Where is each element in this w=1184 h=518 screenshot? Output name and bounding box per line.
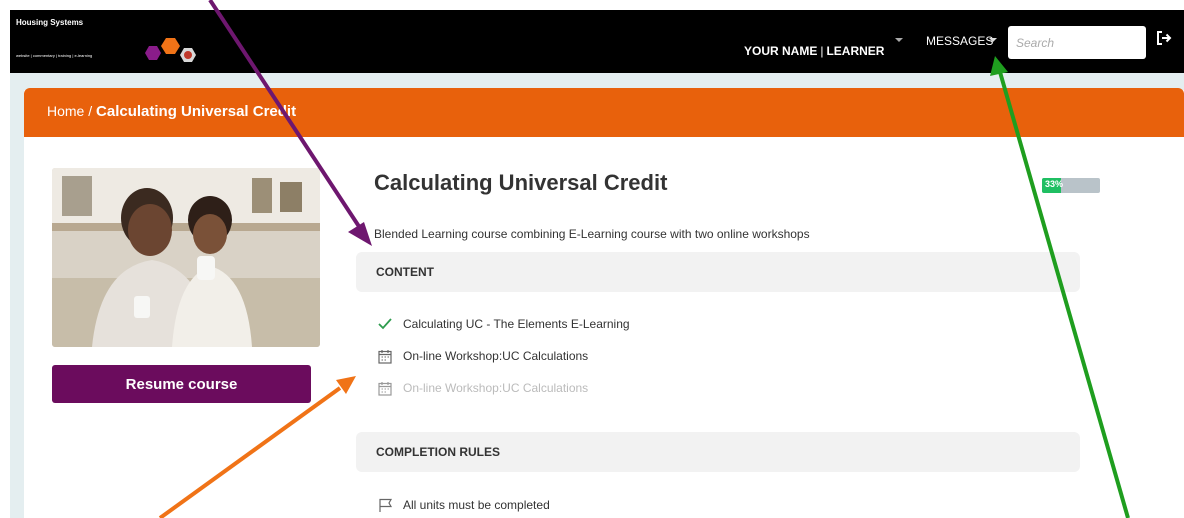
completion-rules-heading: COMPLETION RULES [356,432,1080,472]
calendar-icon [376,381,394,396]
user-menu[interactable]: YOUR NAME | LEARNER [744,44,884,58]
breadcrumb-separator: / [88,103,93,119]
unit-label: On-line Workshop:UC Calculations [403,349,589,363]
rule-item: All units must be completed [376,496,550,514]
course-image [52,168,320,347]
logo-title: Housing Systems [16,18,84,27]
rule-label: All units must be completed [403,498,550,512]
course-title: Calculating Universal Credit [374,170,668,195]
unit-item[interactable]: On-line Workshop:UC Calculations [376,347,588,365]
resume-course-button[interactable]: Resume course [52,365,311,403]
unit-label: Calculating UC - The Elements E-Learning [403,317,630,331]
progress-label: 33% [1045,179,1064,189]
user-role: LEARNER [826,44,885,58]
checkmark-icon [376,318,394,330]
unit-label: On-line Workshop:UC Calculations [403,381,589,395]
sidebar-edge [10,98,16,518]
logo-subtitle: website | commentary | training | e-lear… [16,53,93,58]
search-input[interactable] [1008,26,1146,59]
messages-menu[interactable]: MESSAGES [926,34,993,48]
breadcrumb: Home / Calculating Universal Credit [47,103,296,120]
chevron-down-icon[interactable] [989,38,997,42]
logout-icon[interactable] [1155,29,1173,47]
chevron-down-icon[interactable] [895,38,903,42]
unit-item[interactable]: Calculating UC - The Elements E-Learning [376,315,630,333]
content-section-heading: CONTENT [356,252,1080,292]
unit-item-disabled: On-line Workshop:UC Calculations [376,379,588,397]
user-name: YOUR NAME [744,44,818,58]
course-description: Blended Learning course combining E-Lear… [374,227,810,241]
flag-icon [376,498,394,513]
breadcrumb-current: Calculating Universal Credit [96,103,297,120]
calendar-icon [376,349,394,364]
logo-hexagons-icon [145,38,196,62]
breadcrumb-home-link[interactable]: Home [47,103,84,119]
